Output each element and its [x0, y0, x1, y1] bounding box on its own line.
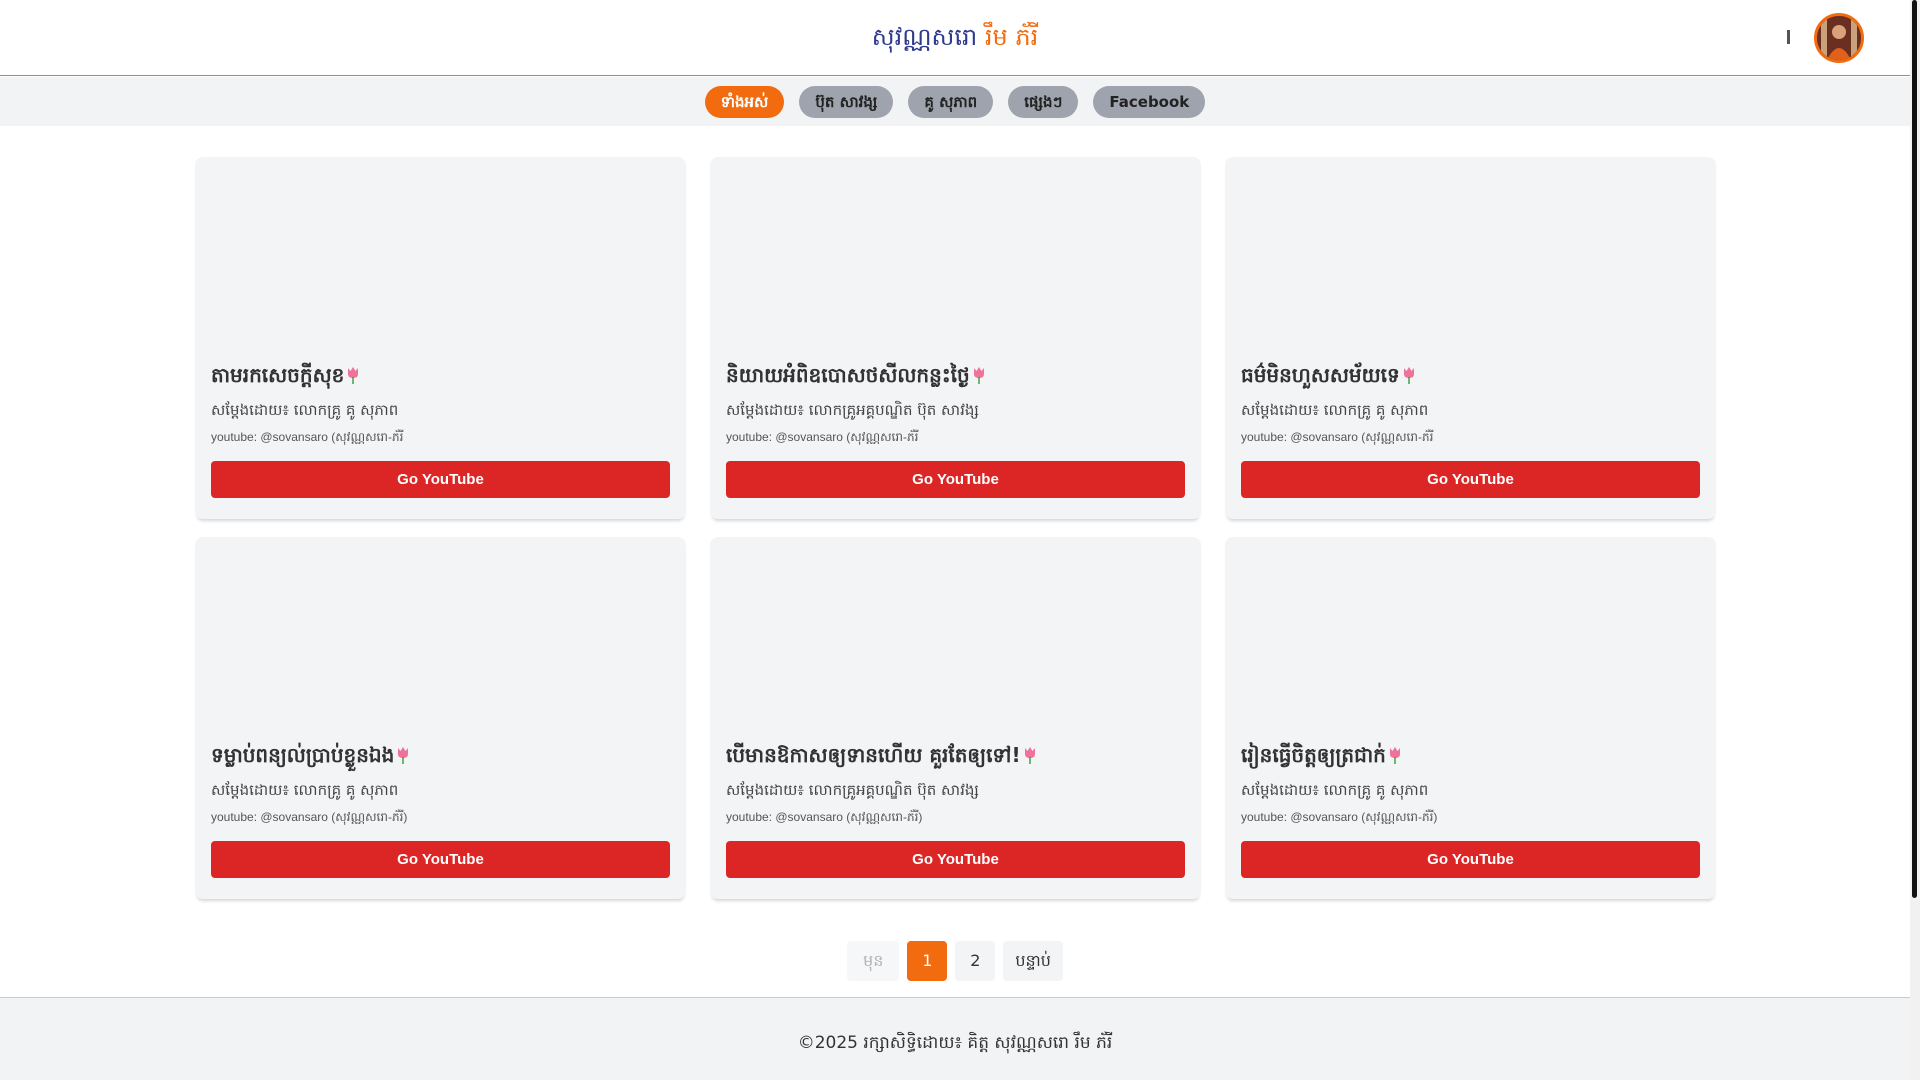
video-channel: youtube: @sovansaro (សុវណ្ណសរោ-ភ័រី) [211, 810, 408, 824]
go-youtube-button[interactable]: Go YouTube [211, 461, 670, 498]
video-speaker: សម្តែងដោយ៖ លោកគ្រូ គូ សុភាព [1241, 781, 1429, 799]
scrollbar-thumb[interactable] [1912, 0, 1917, 898]
video-card: តាមរកសេចក្តីសុខ សម្តែងដោយ៖ លោកគ្រូ គូ សុ… [195, 157, 686, 519]
video-speaker: សម្តែងដោយ៖ លោកគ្រូ គូ សុភាព [1241, 401, 1429, 419]
go-youtube-button[interactable]: Go YouTube [1241, 841, 1700, 878]
filter-other[interactable]: ផ្សេងៗ [1008, 86, 1079, 118]
video-speaker: សម្តែងដោយ៖ លោកគ្រូអគ្គបណ្ឌិត ប៊ុត សាវង្ស [726, 781, 979, 799]
video-title-text: បើមានឱកាសឲ្យទានហើយ គួរតែឲ្យទៅ! [726, 743, 1021, 767]
pagination-next-button[interactable]: បន្ទាប់ [1003, 941, 1063, 981]
video-title: ធម៌មិនហួសសម័យទេ [1241, 362, 1415, 392]
tulip-icon [973, 367, 984, 384]
video-card: ទម្លាប់ពន្យល់ប្រាប់ខ្លួនឯង សម្តែងដោយ៖ លោ… [195, 537, 686, 899]
video-title: រៀនធ្វើចិត្តឲ្យត្រជាក់ [1241, 742, 1401, 772]
video-channel: youtube: @sovansaro (សុវណ្ណសរោ-ភ័រី [211, 430, 404, 444]
brand-name-primary: សុវណ្ណសរោ [871, 23, 978, 51]
video-title-text: ទម្លាប់ពន្យល់ប្រាប់ខ្លួនឯង [211, 743, 395, 767]
video-channel: youtube: @sovansaro (សុវណ្ណសរោ-ភ័រី [1241, 430, 1434, 444]
filter-facebook[interactable]: Facebook [1093, 86, 1206, 118]
video-title-text: រៀនធ្វើចិត្តឲ្យត្រជាក់ [1241, 743, 1386, 767]
video-speaker: សម្តែងដោយ៖ លោកគ្រូអគ្គបណ្ឌិត ប៊ុត សាវង្ស [726, 401, 979, 419]
avatar-photo-icon [1817, 16, 1861, 60]
video-thumbnail[interactable] [195, 157, 686, 337]
video-speaker: សម្តែងដោយ៖ លោកគ្រូ គូ សុភាព [211, 781, 399, 799]
menu-icon[interactable] [1782, 26, 1796, 48]
video-title-text: និយាយអំពិឧបោសថសីលកន្លះថ្ងៃ [726, 363, 970, 387]
pagination-page-2[interactable]: 2 [955, 941, 996, 981]
go-youtube-button[interactable]: Go YouTube [211, 841, 670, 878]
video-thumbnail[interactable] [1225, 537, 1716, 717]
site-header: សុវណ្ណសរោ រឹម ភ័រី [0, 0, 1910, 76]
pagination-prev-button[interactable]: មុន [847, 941, 900, 981]
video-speaker: សម្តែងដោយ៖ លោកគ្រូ គូ សុភាព [211, 401, 399, 419]
site-footer: ©2025 រក្សាសិទ្ធិដោយ៖ គិត្ត សុវណ្ណសរោ រឹ… [0, 997, 1910, 1080]
page: សុវណ្ណសរោ រឹម ភ័រី ទាំងអស់ ប៊ុត សាវង្ស គ… [0, 0, 1920, 1080]
site-brand[interactable]: សុវណ្ណសរោ រឹម ភ័រី [0, 22, 1910, 57]
video-title: និយាយអំពិឧបោសថសីលកន្លះថ្ងៃ [726, 362, 985, 392]
filter-ku-sopheap[interactable]: គូ សុភាព [908, 86, 994, 118]
video-card: ធម៌មិនហួសសម័យទេ សម្តែងដោយ៖ លោកគ្រូ គូ សុ… [1225, 157, 1716, 519]
filter-all[interactable]: ទាំងអស់ [704, 86, 785, 118]
video-card: រៀនធ្វើចិត្តឲ្យត្រជាក់ សម្តែងដោយ៖ លោកគ្រ… [1225, 537, 1716, 899]
video-channel: youtube: @sovansaro (សុវណ្ណសរោ-ភ័រី) [1241, 810, 1438, 824]
filter-but-savong[interactable]: ប៊ុត សាវង្ស [799, 86, 894, 118]
tulip-icon [398, 747, 409, 764]
video-title-text: តាមរកសេចក្តីសុខ [211, 363, 345, 387]
video-thumbnail[interactable] [710, 157, 1201, 337]
go-youtube-button[interactable]: Go YouTube [1241, 461, 1700, 498]
brand-name-secondary: រឹម ភ័រី [984, 23, 1039, 51]
video-title-text: ធម៌មិនហួសសម័យទេ [1241, 363, 1400, 387]
tulip-icon [1403, 367, 1414, 384]
video-title: ទម្លាប់ពន្យល់ប្រាប់ខ្លួនឯង [211, 742, 409, 772]
tulip-icon [1024, 747, 1035, 764]
avatar[interactable] [1814, 13, 1864, 63]
video-card: បើមានឱកាសឲ្យទានហើយ គួរតែឲ្យទៅ! សម្តែងដោយ… [710, 537, 1201, 899]
tulip-icon [348, 367, 359, 384]
video-title: តាមរកសេចក្តីសុខ [211, 362, 359, 392]
category-filter-bar: ទាំងអស់ ប៊ុត សាវង្ស គូ សុភាព ផ្សេងៗ Face… [0, 77, 1910, 126]
pagination-page-1[interactable]: 1 [907, 941, 948, 981]
footer-copyright: ©2025 រក្សាសិទ្ធិដោយ៖ គិត្ត សុវណ្ណសរោ រឹ… [797, 1033, 1113, 1053]
video-title: បើមានឱកាសឲ្យទានហើយ គួរតែឲ្យទៅ! [726, 742, 1036, 772]
video-channel: youtube: @sovansaro (សុវណ្ណសរោ-ភ័រី) [726, 810, 923, 824]
video-thumbnail[interactable] [710, 537, 1201, 717]
filter-chips: ទាំងអស់ ប៊ុត សាវង្ស គូ សុភាព ផ្សេងៗ Face… [0, 86, 1910, 118]
video-thumbnail[interactable] [195, 537, 686, 717]
pagination: មុន 1 2 បន្ទាប់ [0, 941, 1910, 981]
go-youtube-button[interactable]: Go YouTube [726, 841, 1185, 878]
video-thumbnail[interactable] [1225, 157, 1716, 337]
tulip-icon [1389, 747, 1400, 764]
go-youtube-button[interactable]: Go YouTube [726, 461, 1185, 498]
video-card: និយាយអំពិឧបោសថសីលកន្លះថ្ងៃ សម្តែងដោយ៖ លោ… [710, 157, 1201, 519]
video-channel: youtube: @sovansaro (សុវណ្ណសរោ-ភ័រី [726, 430, 919, 444]
